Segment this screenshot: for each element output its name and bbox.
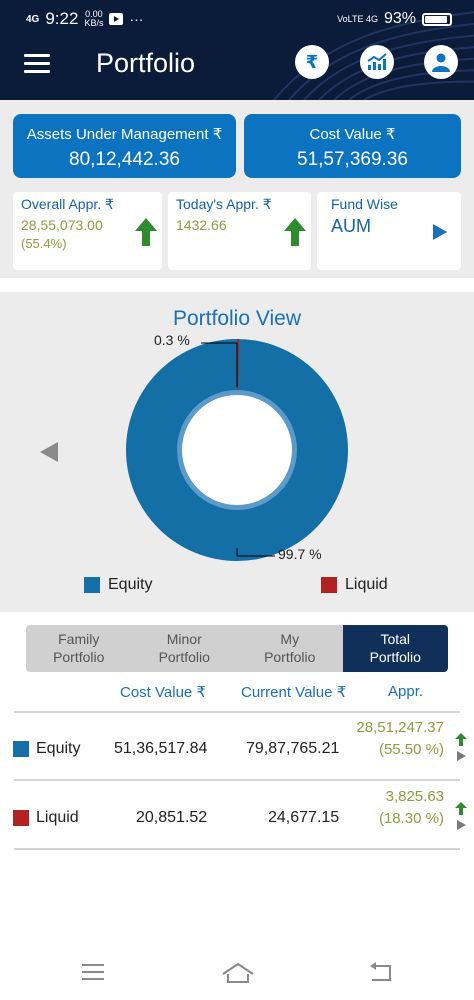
page-title: Portfolio bbox=[96, 48, 196, 78]
clock: 9:22 bbox=[45, 9, 79, 28]
portfolio-tabs: Family Portfolio Minor Portfolio My Port… bbox=[26, 625, 448, 672]
row-current: 79,87,765.21 bbox=[246, 740, 340, 757]
row-appr-value: 3,825.63 bbox=[385, 788, 444, 805]
svg-text:₹: ₹ bbox=[306, 52, 319, 72]
net-speed-unit: KB/s bbox=[84, 18, 104, 28]
arrow-up-icon bbox=[135, 218, 157, 246]
slice-label-small: 0.3 % bbox=[154, 332, 190, 348]
table-divider bbox=[14, 848, 460, 850]
tab-family-portfolio[interactable]: Family Portfolio bbox=[26, 625, 132, 672]
tab-line: Portfolio bbox=[264, 649, 316, 665]
tab-line: Family bbox=[58, 631, 100, 647]
app-header: 4G 9:22 0.00 KB/s ··· VoLTE 4G 93% Portf… bbox=[0, 0, 474, 100]
row-name: Liquid bbox=[36, 809, 79, 826]
status-bar: 4G 9:22 0.00 KB/s ··· VoLTE 4G 93% bbox=[0, 6, 474, 32]
play-right-icon[interactable] bbox=[433, 224, 447, 240]
cost-value-amount: 51,57,369.36 bbox=[297, 149, 408, 170]
aum-value: 80,12,442.36 bbox=[69, 149, 180, 170]
carrier-indicator: VoLTE 4G bbox=[337, 14, 378, 24]
battery-percent: 93% bbox=[383, 10, 416, 27]
arrow-up-icon bbox=[455, 802, 467, 830]
chart-button[interactable] bbox=[360, 45, 394, 79]
column-header-appr: Appr. bbox=[388, 683, 424, 700]
menu-icon bbox=[24, 54, 50, 57]
tab-my-portfolio[interactable]: My Portfolio bbox=[237, 625, 343, 672]
tab-line: Minor bbox=[166, 631, 202, 647]
fund-wise-card[interactable]: Fund Wise AUM bbox=[317, 192, 461, 270]
row-swatch-liquid bbox=[13, 810, 29, 826]
tab-line: Portfolio bbox=[369, 649, 421, 665]
arrow-up-icon bbox=[455, 733, 467, 761]
todays-appr-label: Today's Appr. ₹ bbox=[176, 196, 272, 212]
menu-icon-bar bbox=[24, 70, 50, 73]
todays-appreciation-card[interactable]: Today's Appr. ₹ 1432.66 bbox=[168, 192, 311, 270]
portfolio-view-section: Portfolio View 0.3 % 99.7 % Equity Liqui… bbox=[0, 292, 474, 612]
column-header-current: Current Value ₹ bbox=[241, 684, 347, 701]
rupee-icon: ₹ bbox=[306, 52, 319, 72]
cost-value-label: Cost Value ₹ bbox=[309, 126, 396, 143]
summary-section: Assets Under Management ₹ 80,12,442.36 C… bbox=[0, 100, 474, 278]
row-appr-percent: (55.50 %) bbox=[378, 741, 444, 758]
youtube-icon bbox=[109, 13, 124, 25]
tab-line: Portfolio bbox=[53, 649, 105, 665]
todays-appr-value: 1432.66 bbox=[176, 217, 227, 233]
arrow-up-icon bbox=[284, 218, 306, 246]
row-current: 24,677.15 bbox=[268, 809, 340, 826]
legend-equity: Equity bbox=[84, 576, 152, 594]
row-swatch-equity bbox=[13, 741, 29, 757]
overall-appr-percent: (55.4%) bbox=[21, 236, 67, 251]
nav-home-icon[interactable] bbox=[221, 962, 255, 984]
nav-menu-icon[interactable] bbox=[80, 962, 106, 982]
net-speed: 0.00 KB/s bbox=[84, 10, 103, 28]
column-header-cost: Cost Value ₹ bbox=[120, 684, 206, 701]
donut-chart: 0.3 % 99.7 % bbox=[126, 332, 348, 562]
battery-icon bbox=[422, 12, 452, 26]
row-cost: 51,36,517.84 bbox=[114, 740, 208, 757]
menu-button[interactable] bbox=[24, 54, 50, 74]
row-appr-percent: (18.30 %) bbox=[378, 810, 444, 827]
rupee-button[interactable]: ₹ bbox=[295, 45, 329, 79]
aum-card[interactable]: Assets Under Management ₹ 80,12,442.36 bbox=[13, 114, 236, 178]
row-appr-value: 28,51,247.37 bbox=[356, 719, 444, 736]
tab-total-portfolio[interactable]: Total Portfolio bbox=[342, 625, 448, 672]
row-name: Equity bbox=[36, 740, 81, 757]
overall-appr-label: Overall Appr. ₹ bbox=[21, 196, 114, 212]
tab-line: Portfolio bbox=[158, 649, 210, 665]
legend-label-liquid: Liquid bbox=[345, 576, 388, 593]
overall-appr-value: 28,55,073.00 bbox=[21, 217, 103, 233]
aum-label: Assets Under Management ₹ bbox=[26, 126, 223, 143]
legend-swatch-equity bbox=[84, 577, 100, 593]
more-notifications: ··· bbox=[129, 11, 144, 27]
nav-back-icon[interactable] bbox=[368, 962, 394, 982]
signal-indicator: 4G bbox=[26, 13, 40, 25]
legend-swatch-liquid bbox=[321, 577, 337, 593]
table-divider bbox=[14, 711, 460, 713]
chart-icon bbox=[367, 53, 387, 70]
profile-button[interactable] bbox=[424, 45, 458, 79]
tab-minor-portfolio[interactable]: Minor Portfolio bbox=[132, 625, 238, 672]
overall-appreciation-card[interactable]: Overall Appr. ₹ 28,55,073.00 (55.4%) bbox=[13, 192, 162, 270]
cost-value-card[interactable]: Cost Value ₹ 51,57,369.36 bbox=[244, 114, 461, 178]
row-cost: 20,851.52 bbox=[136, 809, 208, 826]
slice-label-large: 99.7 % bbox=[278, 546, 322, 562]
menu-icon-bar bbox=[24, 62, 50, 65]
legend-liquid: Liquid bbox=[321, 576, 388, 594]
fund-wise-value: AUM bbox=[331, 216, 371, 236]
fund-wise-label: Fund Wise bbox=[331, 196, 398, 212]
legend-label-equity: Equity bbox=[108, 576, 153, 593]
tab-line: Total bbox=[380, 631, 411, 647]
user-icon bbox=[432, 53, 450, 72]
donut-hole bbox=[182, 395, 292, 505]
table-divider bbox=[14, 779, 460, 781]
tab-line: My bbox=[280, 631, 300, 647]
